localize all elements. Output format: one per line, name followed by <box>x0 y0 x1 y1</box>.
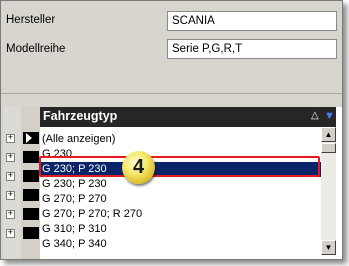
row-selector-column <box>21 107 40 259</box>
row-selector[interactable] <box>23 132 39 144</box>
expand-icon[interactable]: + <box>6 229 15 238</box>
highlight-frame <box>39 156 320 177</box>
arrow-up-icon: ▲ <box>324 130 333 139</box>
window-frame: Hersteller SCANIA Modellreihe Serie P,G,… <box>0 0 343 260</box>
scroll-up-button[interactable]: ▲ <box>321 127 336 142</box>
sort-triangle-icon[interactable]: △ <box>311 110 319 121</box>
expand-icon[interactable]: + <box>6 172 15 181</box>
row-selector[interactable] <box>23 227 39 239</box>
row-selector[interactable] <box>23 151 39 163</box>
vehicle-type-grid[interactable]: + + + + + + Fahrzeugtyp △ ▼ (Alle anzeig… <box>3 107 342 259</box>
row-selector[interactable] <box>23 208 39 220</box>
list-item[interactable]: G 270; P 270 <box>40 192 321 207</box>
current-row-pointer-icon <box>26 133 32 143</box>
row-selector[interactable] <box>23 189 39 201</box>
expand-icon[interactable]: + <box>6 134 15 143</box>
list-item[interactable]: G 310; P 310 <box>40 222 321 237</box>
arrow-down-icon: ▼ <box>324 243 333 252</box>
manufacturer-label: Hersteller <box>6 14 56 26</box>
filter-funnel-icon[interactable]: ▼ <box>324 110 335 122</box>
list-item[interactable]: G 340; P 340 <box>40 237 321 252</box>
expand-icon[interactable]: + <box>6 153 15 162</box>
expand-column: + + + + + + <box>3 107 21 259</box>
section-divider <box>1 93 342 94</box>
list-item[interactable]: G 270; P 270; R 270 <box>40 207 321 222</box>
row-selector[interactable] <box>23 170 39 182</box>
step-number-badge: 4 <box>122 151 155 184</box>
list-item[interactable]: G 230; P 230 <box>40 177 321 192</box>
expand-icon[interactable]: + <box>6 210 15 219</box>
scroll-down-button[interactable]: ▼ <box>321 240 336 255</box>
list-item[interactable]: (Alle anzeigen) <box>40 132 321 147</box>
column-header[interactable]: Fahrzeugtyp △ ▼ <box>40 107 336 127</box>
expand-icon[interactable]: + <box>6 191 15 200</box>
manufacturer-field[interactable]: SCANIA <box>167 11 337 31</box>
series-field[interactable]: Serie P,G,R,T <box>167 39 337 59</box>
scroll-thumb[interactable] <box>321 143 336 153</box>
column-header-title: Fahrzeugtyp <box>43 109 118 123</box>
series-label: Modellreihe <box>6 43 66 55</box>
vertical-scrollbar[interactable]: ▲ ▼ <box>321 127 336 255</box>
